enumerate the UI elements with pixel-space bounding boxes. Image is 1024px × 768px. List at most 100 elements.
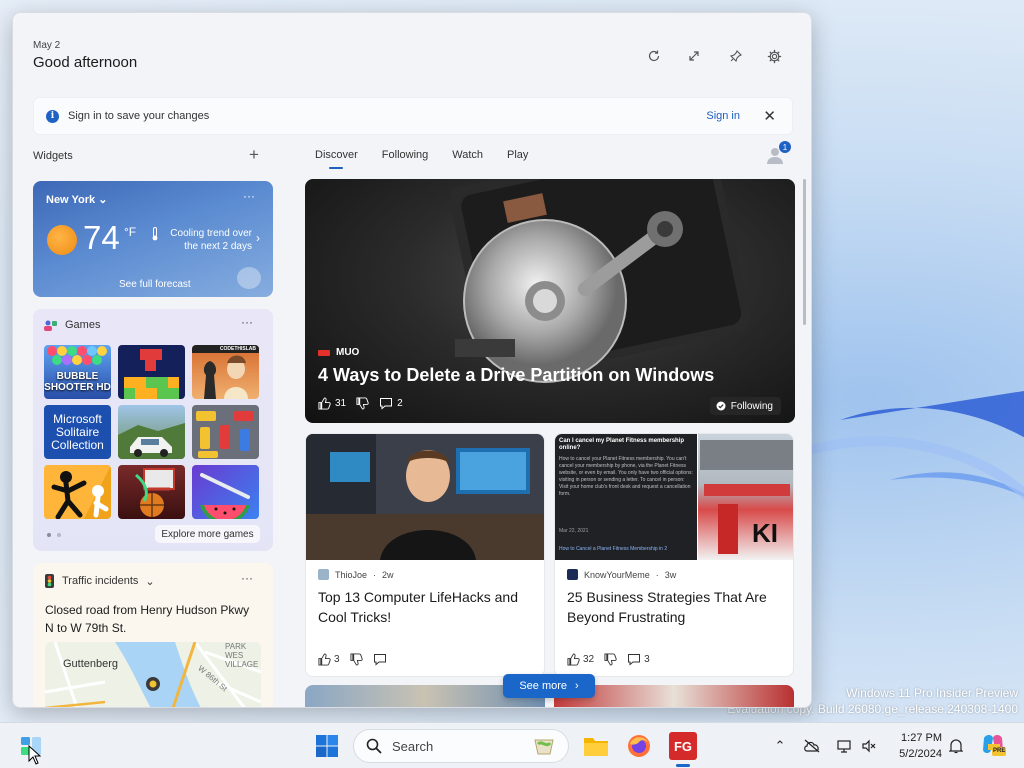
game-tile-stickman[interactable] [44,465,111,519]
traffic-card[interactable]: Traffic incidents ⌄ ··· Closed road from… [33,563,273,707]
hero-source[interactable]: MUO [318,347,359,358]
feed-scrollbar[interactable] [803,179,806,325]
pin-icon[interactable] [727,47,745,65]
notification-bell-icon[interactable] [946,736,966,756]
taskbar-clock[interactable]: 1:27 PM 5/2/2024 [886,730,942,762]
comment-button[interactable]: 2 [379,397,403,410]
close-icon[interactable]: ✕ [763,107,776,125]
like-button[interactable]: 3 [318,653,340,666]
image-question: Can I cancel my Planet Fitness membershi… [559,438,685,451]
explore-more-games-button[interactable]: Explore more games [155,525,260,543]
muo-logo-icon [318,349,330,356]
mouse-cursor-icon [28,745,42,765]
game-tile-solitaire[interactable]: Microsoft Solitaire Collection [44,405,111,459]
games-pager[interactable] [47,533,61,537]
more-options-icon[interactable]: ··· [241,315,253,329]
taskbar-search-box[interactable]: Search [353,729,569,763]
chevron-right-icon[interactable]: › [256,231,260,245]
signin-banner: i Sign in to save your changes Sign in ✕ [33,97,793,135]
like-button[interactable]: 32 [567,653,594,666]
file-explorer-icon[interactable] [582,732,610,760]
card-age: 2w [382,569,394,580]
card-likes: 3 [334,654,340,665]
card-source[interactable]: KnowYourMeme · 3w [567,569,676,580]
like-button[interactable]: 31 [318,397,346,410]
blocks-art [124,349,179,399]
watermelon-art [200,473,250,519]
firefox-icon[interactable] [625,732,653,760]
card-comments: 3 [644,654,650,665]
pre-badge: PRE [993,748,1006,754]
card-source-name: ThioJoe [335,569,368,580]
chevron-up-icon[interactable]: ⌃ [770,736,790,756]
check-circle-icon [716,401,726,411]
full-forecast-link[interactable]: See full forecast [119,279,191,290]
game-tile-bubble-shooter[interactable]: BUBBLE SHOOTER HD [44,345,111,399]
fg-app-icon[interactable]: FG [669,732,697,760]
signin-link[interactable]: Sign in [706,110,740,122]
cloud-sync-icon[interactable] [802,736,822,756]
youtuber-desk-image [306,434,544,560]
image-date: Mar 22, 2021 [559,528,589,534]
tab-play[interactable]: Play [507,149,528,169]
card-source[interactable]: ThioJoe · 2w [318,569,394,580]
map-town-label: Guttenberg [63,658,119,670]
thumbs-down-icon[interactable] [350,653,363,666]
weather-card[interactable]: New York ⌄ ··· 74 °F Cooling trend over … [33,181,273,297]
sign-letters: KI [752,518,778,548]
thumbs-down-icon[interactable] [356,397,369,410]
card-image [306,434,544,560]
weather-city[interactable]: New York ⌄ [46,193,107,206]
expand-icon[interactable] [685,47,703,65]
following-label: Following [730,400,773,412]
traffic-map[interactable]: Guttenberg PARK WES VILLAGE W 86th St [45,642,261,707]
comment-icon[interactable] [373,653,387,666]
tab-discover[interactable]: Discover [315,149,358,169]
tab-following[interactable]: Following [382,149,428,169]
comment-button[interactable]: 3 [627,653,650,666]
image-body: How to cancel your Planet Fitness member… [559,456,693,497]
following-button[interactable]: Following [709,397,781,415]
see-more-button[interactable]: See more › [503,674,595,698]
add-widget-plus-icon[interactable]: + [249,145,259,165]
card-reactions: 3 [318,653,387,666]
news-card[interactable]: ThioJoe · 2w Top 13 Computer LifeHacks and… [305,433,545,677]
see-more-label: See more [519,680,568,692]
basketball-art [135,468,175,517]
planet-fitness-sign-image: KI [698,434,793,560]
card-title[interactable]: Top 13 Computer LifeHacks and Cool Trick… [318,587,538,627]
thumbs-down-icon[interactable] [604,653,617,666]
more-options-icon[interactable]: ··· [241,571,253,585]
settings-gear-icon[interactable] [765,47,783,65]
refresh-icon[interactable] [645,47,663,65]
chevron-down-icon: ⌄ [145,575,155,588]
hero-likes: 31 [335,398,347,409]
tab-watch[interactable]: Watch [452,149,483,169]
more-options-icon[interactable]: ··· [243,189,255,203]
hero-news-card[interactable]: MUO 4 Ways to Delete a Drive Partition o… [305,179,795,423]
card-title[interactable]: 25 Business Strategies That Are Beyond F… [567,587,787,627]
watermark-line1: Windows 11 Pro Insider Preview [846,686,1018,700]
map-district-label: PARK WES VILLAGE [225,642,259,669]
game-tile-basketball[interactable] [118,465,185,519]
weather-city-name: New York [46,194,96,206]
card-image: Can I cancel my Planet Fitness membershi… [555,434,793,560]
source-logo-icon [318,569,329,580]
game-tile-parking-jam[interactable] [192,405,259,459]
traffic-header[interactable]: Traffic incidents ⌄ [44,574,155,588]
copilot-preview-icon[interactable]: PRE [980,732,1006,758]
game-tile-block-puzzle[interactable] [118,345,185,399]
game-tile-fruit-slice[interactable] [192,465,259,519]
game-tile-car-racing[interactable] [118,405,185,459]
volume-muted-icon[interactable] [859,736,879,756]
windows-start-icon[interactable] [315,734,339,758]
news-card[interactable]: Can I cancel my Planet Fitness membershi… [554,433,794,677]
hero-title[interactable]: 4 Ways to Delete a Drive Partition on Wi… [318,365,714,386]
network-icon[interactable] [834,736,854,756]
games-title: Games [65,319,101,331]
widgets-label: Widgets [33,150,73,162]
game-tile-codethislab[interactable]: CODETHISLAB [192,345,259,399]
notification-badge: 1 [779,141,791,153]
widgets-panel: May 2 Good afternoon i Sign in to save y… [12,12,812,708]
search-highlight-icon [534,739,554,755]
